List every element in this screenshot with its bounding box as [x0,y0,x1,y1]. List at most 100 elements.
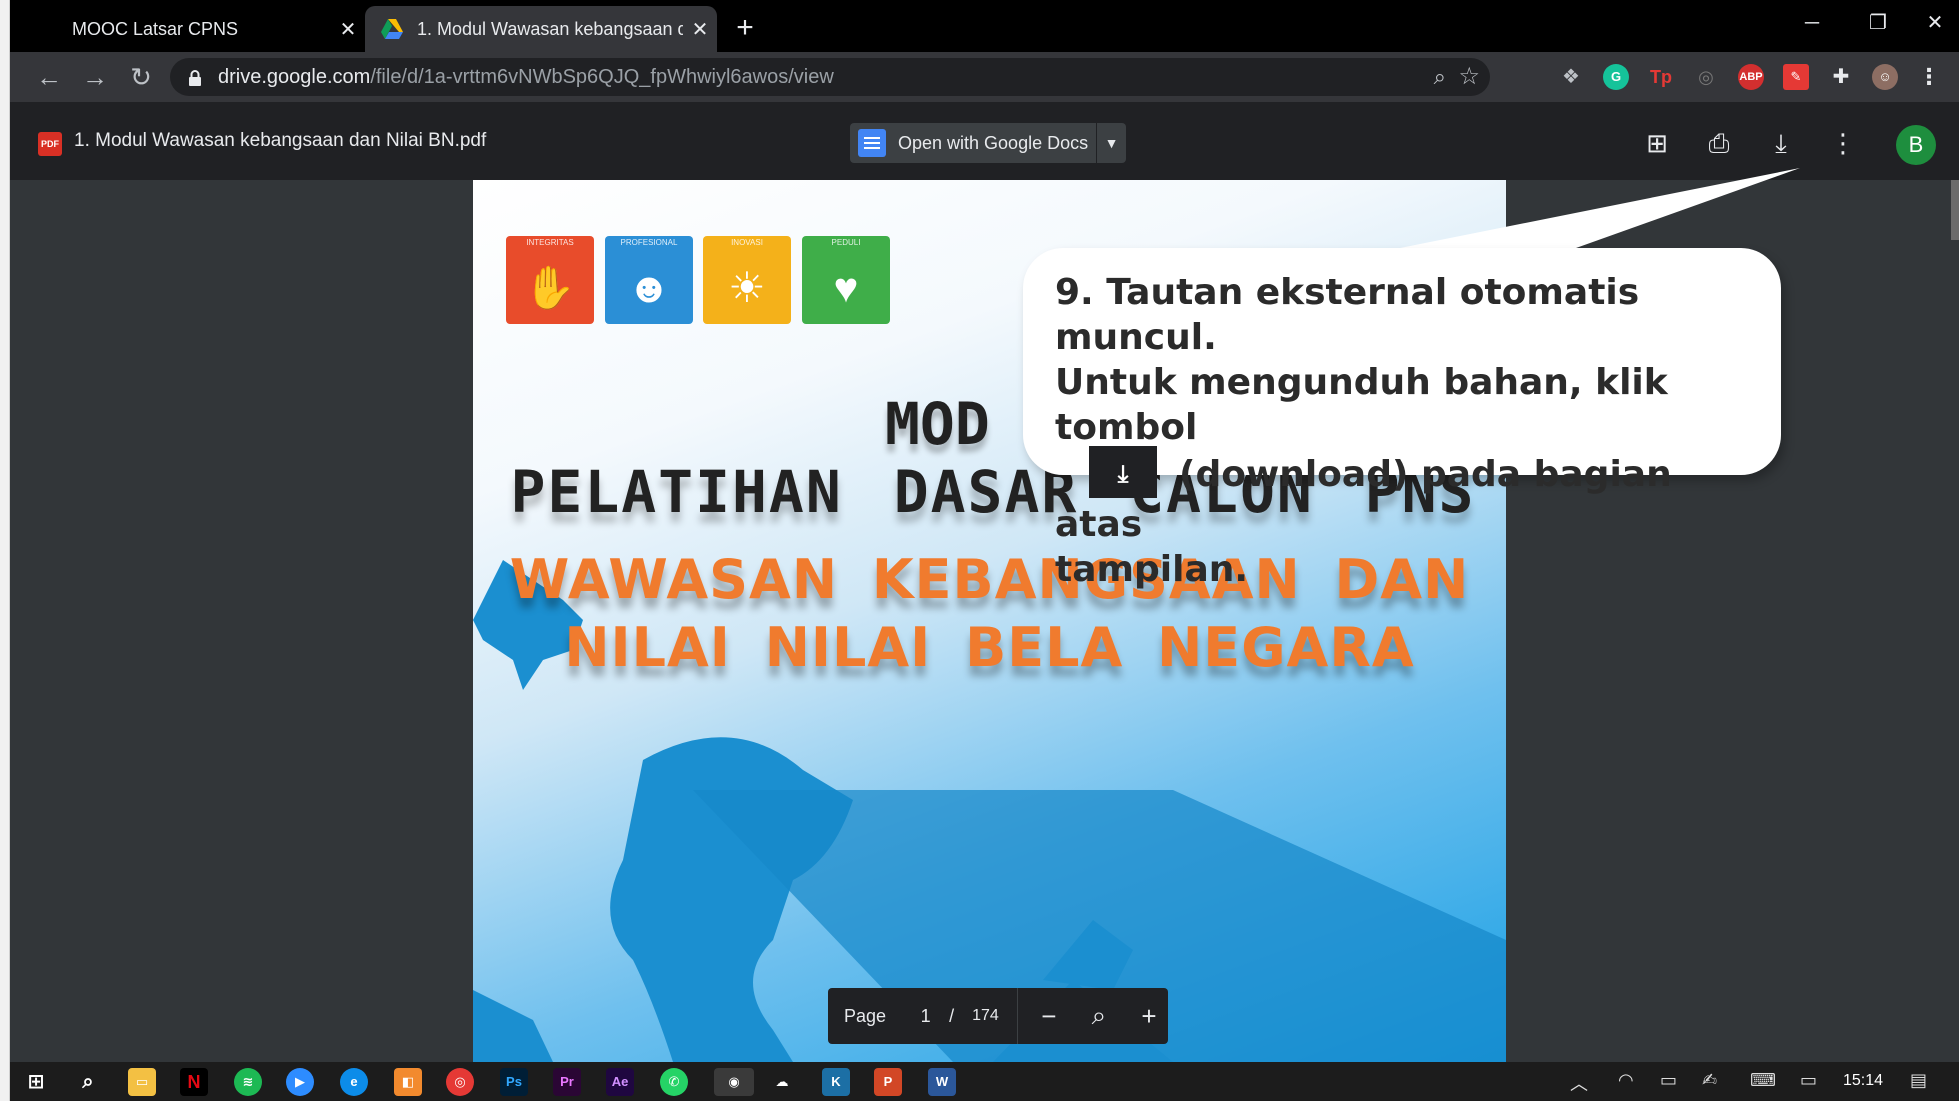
tutorial-callout: 9. Tautan eksternal otomatis muncul. Unt… [1023,248,1781,590]
open-with-label: Open with Google Docs [898,132,1089,153]
photoshop-icon[interactable]: Ps [500,1068,528,1096]
head-icon: ☻ [626,264,672,311]
tab-title: MOOC Latsar CPNS [72,18,239,39]
close-icon[interactable]: ✕ [683,17,717,42]
tab-mooc-latsar[interactable]: MOOC Latsar CPNS ✕ [10,6,365,52]
taskbar: ⊞ ⌕ ▭ N ≋ ▶ e ◧ ◎ Ps Pr Ae ✆ ◉ ☁ K P W ︿… [10,1062,1959,1101]
file-explorer-icon[interactable]: ▭ [128,1068,156,1096]
heart-hands-icon: ♥ [833,264,859,311]
tab-modul-wawasan[interactable]: 1. Modul Wawasan kebangsaan d ✕ [365,6,717,52]
app-red-icon[interactable]: ◎ [446,1068,474,1096]
document-subtitle-line-2: NILAI NILAI BELA NEGARA [564,616,1415,679]
close-window-icon[interactable]: ✕ [1915,8,1955,38]
grammarly-icon[interactable]: G [1603,64,1629,90]
browser-toolbar: ← → ↻ drive.google.com/file/d/1a-vrttm6v… [10,52,1959,102]
tile-label: INOVASI [731,238,763,247]
zoom-icon[interactable]: ⌕ [1434,64,1446,90]
minimize-icon[interactable]: ─ [1792,8,1832,38]
back-icon[interactable]: ← [32,60,66,94]
wifi-icon[interactable]: ◠ [1618,1070,1634,1091]
chevron-down-icon[interactable]: ▼ [1096,123,1126,163]
divider [1016,988,1018,1044]
tab-title: 1. Modul Wawasan kebangsaan d [417,18,683,39]
print-icon[interactable]: ⎙ [1702,126,1736,160]
netflix-icon[interactable]: N [180,1068,208,1096]
edge-icon[interactable]: e [340,1068,368,1096]
page-separator: / [949,1005,955,1026]
whatsapp-icon[interactable]: ✆ [660,1068,688,1096]
notification-icon[interactable]: ▤ [1910,1070,1927,1091]
tp-icon[interactable]: Tp [1648,64,1674,90]
value-tile-integritas: INTEGRITAS ✋ [506,236,594,324]
adblock-plus-icon[interactable]: ABP [1738,64,1764,90]
screen: MOOC Latsar CPNS ✕ 1. Modul Wawasan keba… [10,0,1959,1101]
scrollbar[interactable] [1951,180,1959,240]
display-icon[interactable]: ▭ [1800,1070,1817,1091]
chrome-menu-icon[interactable]: ⋮ [1916,64,1942,90]
file-name: 1. Modul Wawasan kebangsaan dan Nilai BN… [74,130,487,151]
callout-text: 9. Tautan eksternal otomatis muncul. Unt… [1055,270,1765,592]
page-total: 174 [972,1007,999,1024]
extension-gray-icon[interactable]: ◎ [1693,64,1719,90]
app-k-icon[interactable]: K [822,1068,850,1096]
chrome-taskbar-icon[interactable]: ◉ [714,1068,754,1096]
windows-start-icon[interactable]: ⊞ [22,1068,50,1096]
premiere-icon[interactable]: Pr [553,1068,581,1096]
taskbar-clock: 15:14 [1843,1072,1884,1089]
bookmark-star-icon[interactable]: ☆ [1458,62,1480,91]
pdf-file-icon: PDF [38,132,62,156]
tile-label: PROFESIONAL [620,238,678,247]
app-cloud-icon[interactable]: ☁ [768,1068,796,1096]
reload-icon[interactable]: ↻ [124,60,158,94]
url-path: /file/d/1a-vrttm6vNWbSp6QJQ_fpWhwiyl6awo… [370,65,834,88]
new-tab-button[interactable]: + [725,10,765,46]
keyboard-icon[interactable]: ⌨ [1750,1070,1776,1091]
zoom-in-icon[interactable]: + [1130,1001,1168,1032]
after-effects-icon[interactable]: Ae [606,1068,634,1096]
page-controls: Page 1 / 174 − ⌕ + [828,988,1168,1044]
lock-icon [188,69,202,86]
google-docs-icon [858,129,886,157]
tile-label: PEDULI [831,238,861,247]
app-orange-icon[interactable]: ◧ [394,1068,422,1096]
zoom-icon[interactable]: ⌕ [1080,1000,1118,1032]
lightbulb-icon: ☀ [728,264,766,311]
profile-icon[interactable]: ☺ [1872,64,1898,90]
value-tile-inovasi: INOVASI ☀ [703,236,791,324]
callout-line-1: 9. Tautan eksternal otomatis muncul. [1055,272,1640,358]
address-bar[interactable]: drive.google.com/file/d/1a-vrttm6vNWbSp6… [170,58,1490,96]
callout-line-4: tampilan. [1055,549,1249,590]
zoom-app-icon[interactable]: ▶ [286,1068,314,1096]
callout-line-2: Untuk mengunduh bahan, klik tombol [1055,362,1668,448]
google-drive-icon [381,19,403,39]
restore-icon[interactable]: ❐ [1858,8,1898,38]
tile-label: INTEGRITAS [526,238,574,247]
download-icon: ⤓ [1089,446,1157,498]
value-tile-profesional: PROFESIONAL ☻ [605,236,693,324]
more-actions-icon[interactable]: ⋮ [1826,126,1860,160]
search-icon[interactable]: ⌕ [74,1068,102,1096]
url-host: drive.google.com [218,65,371,88]
word-icon[interactable]: W [928,1068,956,1096]
avatar[interactable]: B [1896,125,1936,165]
powerpoint-icon[interactable]: P [874,1068,902,1096]
background-spreadsheet-strip [0,0,10,1101]
close-icon[interactable]: ✕ [331,17,365,42]
download-icon[interactable]: ⤓ [1764,126,1798,160]
zoom-out-icon[interactable]: − [1030,1001,1068,1032]
tab-bar: MOOC Latsar CPNS ✕ 1. Modul Wawasan keba… [10,0,1959,52]
battery-icon[interactable]: ▭ [1660,1070,1677,1091]
spotify-icon[interactable]: ≋ [234,1068,262,1096]
page-number-input[interactable]: 1 [916,1006,935,1027]
add-comment-icon[interactable]: ⊞ [1640,126,1674,160]
chevron-up-icon[interactable]: ︿ [1570,1070,1588,1096]
handshake-icon: ✋ [523,264,577,311]
pen-icon[interactable]: ✍ [1702,1070,1717,1091]
dropbox-icon[interactable]: ❖ [1558,64,1584,90]
forward-icon[interactable]: → [78,60,112,94]
value-tile-peduli: PEDULI ♥ [802,236,890,324]
pdf-extension-icon[interactable]: ✎ [1783,64,1809,90]
open-with-google-docs-button[interactable]: Open with Google Docs ▼ [850,123,1126,163]
page-label: Page [844,1005,887,1026]
puzzle-icon[interactable]: ✚ [1828,64,1854,90]
